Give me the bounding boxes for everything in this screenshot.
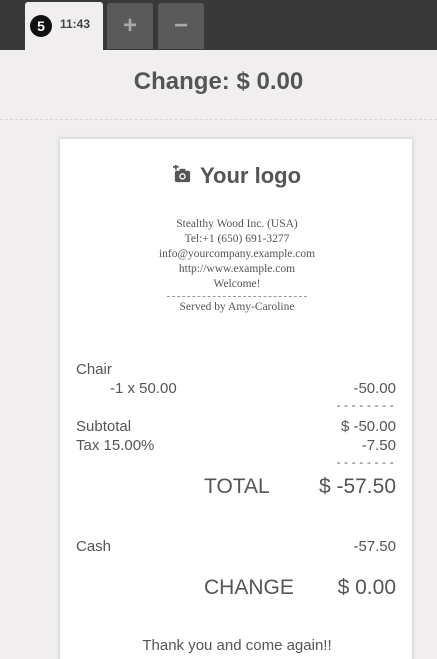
logo-text: Your logo — [199, 163, 302, 188]
camera-plus-icon — [172, 165, 191, 183]
order-tab-selected[interactable]: 5 11:43 — [25, 2, 103, 50]
company-website: http://www.example.com — [178, 263, 296, 275]
change-title: Change: $ 0.00 — [133, 68, 304, 95]
change-label: CHANGE — [204, 576, 294, 599]
separator-2: -------- — [335, 458, 396, 470]
separator-1: -------- — [335, 401, 396, 413]
subtotal-label: Subtotal — [76, 418, 132, 435]
change-header: Change: $ 0.00 — [0, 50, 437, 120]
company-logo: Your logo — [60, 163, 414, 189]
remove-order-button[interactable]: − — [158, 3, 204, 49]
total-value: $ -57.50 — [318, 475, 396, 498]
thank-you-message: Thank you and come again!! — [142, 637, 332, 654]
payment-amount: -57.50 — [353, 538, 396, 555]
tax-label: Tax 15.00% — [76, 437, 155, 454]
order-tabs-bar: 5 11:43 + − — [0, 0, 437, 50]
company-name: Stealthy Wood Inc. (USA) — [176, 218, 298, 230]
product-name: Chair — [76, 361, 112, 378]
minus-icon: − — [173, 12, 188, 39]
qty-price: -1 x 50.00 — [110, 380, 177, 397]
receipt: Your logo Stealthy Wood Inc. (USA) Tel:+… — [59, 138, 413, 659]
line-amount: -50.00 — [353, 380, 396, 397]
add-order-button[interactable]: + — [107, 3, 153, 49]
subtotal-value: $ -50.00 — [340, 418, 396, 435]
tax-value: -7.50 — [361, 437, 396, 454]
payment-method: Cash — [76, 538, 112, 555]
divider — [167, 296, 307, 297]
change-value: $ 0.00 — [337, 576, 396, 599]
total-label: TOTAL — [204, 475, 270, 498]
company-phone: Tel:+1 (650) 691-3277 — [184, 233, 290, 245]
company-info: Stealthy Wood Inc. (USA) Tel:+1 (650) 69… — [60, 217, 414, 315]
served-by: Served by Amy-Caroline — [179, 301, 295, 313]
plus-icon: + — [122, 12, 137, 39]
welcome-text: Welcome! — [213, 278, 261, 290]
order-number-badge: 5 — [30, 15, 52, 37]
order-time: 11:43 — [60, 17, 91, 31]
company-email: info@yourcompany.example.com — [158, 248, 316, 260]
